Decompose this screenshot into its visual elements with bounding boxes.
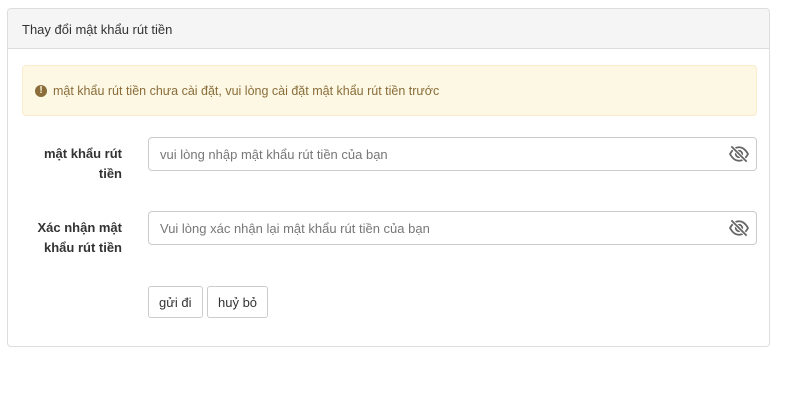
password-label: mật khẩu rút tiền [22, 144, 122, 184]
confirm-label-line2: khẩu rút tiền [43, 240, 122, 255]
eye-slash-icon[interactable] [728, 145, 750, 163]
confirm-label-line1: Xác nhận mật [37, 220, 122, 235]
password-input[interactable] [149, 138, 709, 170]
warning-alert: ! mật khẩu rút tiền chưa cài đặt, vui lò… [22, 65, 757, 116]
confirm-password-input[interactable] [149, 212, 709, 244]
alert-message: mật khẩu rút tiền chưa cài đặt, vui lòng… [53, 83, 440, 98]
password-label-line1: mật khẩu rút [43, 146, 122, 161]
submit-button[interactable]: gửi đi [148, 286, 203, 318]
password-input-wrapper [148, 137, 757, 171]
password-label-line2: tiền [98, 166, 122, 181]
confirm-password-label: Xác nhận mật khẩu rút tiền [22, 218, 122, 258]
eye-slash-icon[interactable] [728, 219, 750, 237]
exclamation-circle-icon: ! [35, 84, 47, 97]
change-withdraw-password-panel: Thay đổi mật khẩu rút tiền ! mật khẩu rú… [7, 8, 770, 347]
panel-title: Thay đổi mật khẩu rút tiền [8, 9, 769, 49]
confirm-password-input-wrapper [148, 211, 757, 245]
cancel-button[interactable]: huỷ bỏ [207, 286, 269, 318]
